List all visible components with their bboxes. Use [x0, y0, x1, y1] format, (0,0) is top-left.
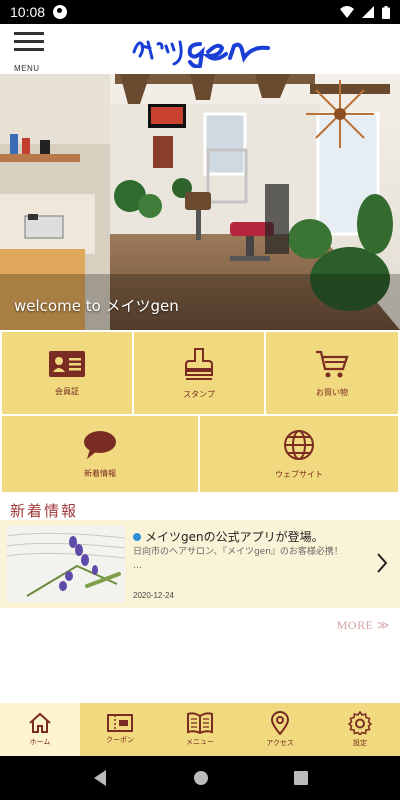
tab-menu[interactable]: メニュー — [160, 703, 240, 756]
signal-icon — [362, 6, 374, 18]
app-notification-icon — [53, 5, 68, 19]
member-card-icon — [49, 350, 85, 377]
hamburger-icon-line — [14, 40, 44, 43]
tile-label: ウェブサイト — [275, 469, 323, 479]
menu-book-icon — [187, 712, 213, 734]
tile-label: 新着情報 — [84, 468, 116, 478]
tile-stamp[interactable]: スタンプ — [134, 332, 264, 414]
brand-logo — [132, 40, 270, 68]
news-item[interactable]: メイツgenの公式アプリが登場。 日向市のヘアサロン、『メイツgen』のお客様必… — [0, 520, 400, 608]
tab-access[interactable]: アクセス — [240, 703, 320, 756]
speech-bubble-icon — [84, 430, 116, 459]
tab-label: クーポン — [106, 736, 134, 744]
news-section-title: 新着情報 — [10, 502, 79, 520]
tab-coupon[interactable]: クーポン — [80, 703, 160, 756]
salon-interior-photo — [0, 74, 400, 330]
coupon-icon — [107, 714, 133, 732]
shopping-cart-icon — [316, 350, 349, 377]
system-nav-bar — [0, 756, 400, 800]
battery-icon — [382, 5, 390, 19]
chevron-right-icon[interactable] — [376, 552, 388, 574]
news-body: 日向市のヘアサロン、『メイツgen』のお客様必携！ … — [133, 545, 363, 573]
tile-label: 会員証 — [55, 386, 79, 396]
back-icon[interactable] — [92, 769, 108, 787]
news-headline: メイツgenの公式アプリが登場。 — [133, 528, 324, 545]
hamburger-icon-line — [14, 48, 44, 51]
tab-label: アクセス — [266, 739, 294, 747]
tile-label: スタンプ — [183, 389, 215, 399]
feature-tiles: 会員証 スタンプ お買い物 新着情報 ウェブサイト — [0, 330, 400, 494]
news-thumbnail — [7, 526, 125, 602]
tile-news[interactable]: 新着情報 — [2, 416, 198, 492]
recents-icon[interactable] — [293, 771, 308, 785]
news-body-ellipsis: … — [133, 561, 142, 571]
tab-label: メニュー — [186, 738, 214, 746]
gear-icon — [348, 711, 372, 735]
wifi-icon — [340, 6, 354, 18]
globe-icon — [284, 429, 314, 460]
unread-dot-icon — [133, 532, 141, 541]
hero-caption: welcome to メイツgen — [14, 297, 179, 315]
menu-button[interactable]: MENU — [14, 32, 46, 73]
status-time: 10:08 — [10, 4, 46, 20]
tab-settings[interactable]: 設定 — [320, 703, 400, 756]
news-date: 2020-12-24 — [133, 591, 174, 600]
tile-shopping[interactable]: お買い物 — [266, 332, 398, 414]
hero-image: welcome to メイツgen — [0, 74, 400, 330]
tab-label: ホーム — [29, 738, 51, 746]
status-bar: 10:08 — [0, 0, 400, 24]
tile-member-card[interactable]: 会員証 — [2, 332, 132, 414]
bottom-tab-bar: ホーム クーポン メニュー アクセス 設定 — [0, 703, 400, 756]
tile-label: お買い物 — [316, 387, 348, 397]
app-header: MENU — [0, 24, 400, 74]
news-headline-text: メイツgenの公式アプリが登場。 — [145, 530, 324, 544]
location-pin-icon — [270, 711, 290, 735]
tile-website[interactable]: ウェブサイト — [200, 416, 398, 492]
stamp-icon — [185, 347, 213, 380]
home-circle-icon[interactable] — [193, 770, 209, 786]
hamburger-icon — [14, 32, 44, 35]
tab-label: 設定 — [353, 739, 367, 747]
menu-label: MENU — [14, 64, 40, 73]
news-body-text: 日向市のヘアサロン、『メイツgen』のお客様必携！ — [133, 547, 343, 557]
home-icon — [29, 712, 51, 733]
tab-home[interactable]: ホーム — [0, 703, 80, 756]
more-link[interactable]: MORE ≫ — [337, 618, 390, 633]
